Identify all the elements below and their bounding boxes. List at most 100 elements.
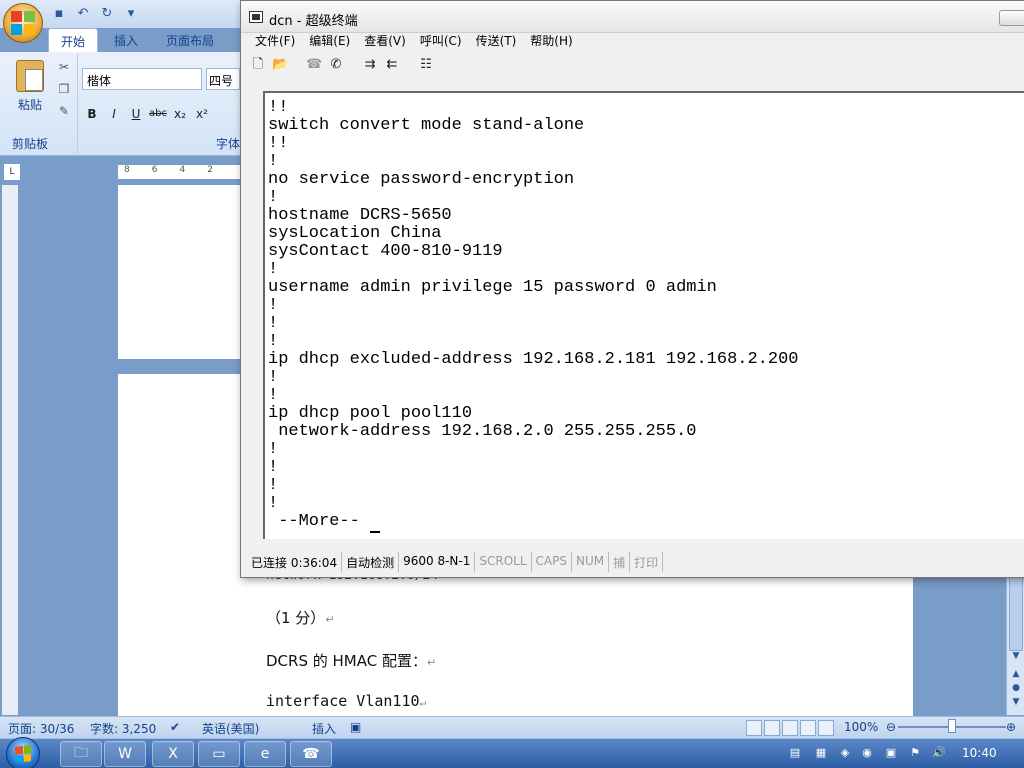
redo-icon[interactable]: ↻ <box>98 4 116 22</box>
vertical-ruler <box>2 185 18 715</box>
word-icon[interactable]: W <box>104 741 146 767</box>
superscript-button[interactable]: x² <box>192 104 212 124</box>
font-size-select[interactable]: 四号 <box>206 68 240 90</box>
menu-call[interactable]: 呼叫(C) <box>420 33 462 51</box>
terminal-title-bar[interactable]: dcn - 超级终端 <box>241 1 1024 33</box>
minimize-button[interactable] <box>999 10 1024 26</box>
next-page-icon[interactable]: ▼ <box>1009 697 1023 711</box>
italic-button[interactable]: I <box>104 104 124 124</box>
underline-button[interactable]: U <box>126 104 146 124</box>
format-painter-icon[interactable]: ✎ <box>56 104 72 120</box>
menu-edit[interactable]: 编辑(E) <box>309 33 350 51</box>
terminal-line: !! <box>268 98 289 117</box>
web-layout-view-icon[interactable] <box>782 720 798 736</box>
tab-insert[interactable]: 插入 <box>102 28 150 52</box>
toolbar-spacer <box>293 55 301 73</box>
full-screen-view-icon[interactable] <box>764 720 780 736</box>
tab-home[interactable]: 开始 <box>48 28 99 52</box>
tray-device-icon[interactable]: ▣ <box>884 746 898 760</box>
cut-icon[interactable]: ✂ <box>56 60 72 76</box>
copy-icon[interactable]: ❐ <box>56 82 72 98</box>
send-file-icon[interactable]: ⇉ <box>361 55 379 73</box>
save-icon[interactable]: ▪ <box>50 4 68 22</box>
terminal-line: ! <box>268 314 279 333</box>
tab-page-layout[interactable]: 页面布局 <box>154 28 226 52</box>
tray-security-icon[interactable]: ◉ <box>860 746 874 760</box>
font-name-select[interactable]: 楷体 <box>82 68 202 90</box>
scroll-down-icon[interactable]: ▼ <box>1009 651 1023 665</box>
volume-icon[interactable]: 🔊 <box>932 746 946 760</box>
excel-icon[interactable]: X <box>152 741 194 767</box>
terminal-line: ! <box>268 494 279 513</box>
new-connection-icon[interactable]: 🗋 <box>249 55 267 73</box>
start-button[interactable] <box>6 737 40 768</box>
undo-icon[interactable]: ↶ <box>74 4 92 22</box>
terminal-menubar: 文件(F) 编辑(E) 查看(V) 呼叫(C) 传送(T) 帮助(H) <box>241 33 1024 51</box>
tab-selector[interactable]: L <box>3 163 21 181</box>
clock[interactable]: 10:40 <box>962 746 997 760</box>
menu-view[interactable]: 查看(V) <box>364 33 406 51</box>
language-indicator[interactable]: 英语(美国) <box>202 720 259 737</box>
browse-object-icon[interactable]: ● <box>1009 683 1023 697</box>
subscript-button[interactable]: x₂ <box>170 104 190 124</box>
terminal-line: sysLocation China <box>268 224 442 243</box>
zoom-level[interactable]: 100% <box>844 720 878 734</box>
paragraph-mark: ↵ <box>325 613 335 626</box>
receive-file-icon[interactable]: ⇇ <box>383 55 401 73</box>
zoom-in-icon[interactable]: ⊕ <box>1006 720 1016 734</box>
terminal-screen[interactable]: !! switch convert mode stand-alone!!! no s… <box>263 91 1024 539</box>
ie-icon[interactable]: e <box>244 741 286 767</box>
zoom-slider-thumb[interactable] <box>948 719 956 733</box>
macro-record-icon[interactable]: ▣ <box>350 720 361 734</box>
terminal-line: ! <box>268 296 279 315</box>
tray-shield-icon[interactable]: ◈ <box>838 746 852 760</box>
strikethrough-button[interactable]: abc <box>148 104 168 124</box>
ribbon-tabs: 开始 插入 页面布局 <box>48 28 226 52</box>
ruler-number: 6 <box>151 165 158 175</box>
menu-transfer[interactable]: 传送(T) <box>476 33 517 51</box>
word-count[interactable]: 字数: 3,250 <box>90 720 156 737</box>
previous-page-icon[interactable]: ▲ <box>1009 669 1023 683</box>
tray-flag-icon[interactable]: ⚑ <box>908 746 922 760</box>
hyperterminal-icon[interactable]: ☎ <box>290 741 332 767</box>
doc-text-line: interface Vlan110↵ <box>266 692 427 710</box>
office-logo-icon <box>11 11 35 35</box>
ruler-number: 8 <box>124 165 130 175</box>
document-page <box>118 185 244 359</box>
customize-qat-icon[interactable]: ▾ <box>122 4 140 22</box>
proofing-icon[interactable]: ✔ <box>170 720 180 734</box>
doc-text-line: （1 分）↵ <box>266 609 335 627</box>
insert-mode[interactable]: 插入 <box>312 720 336 737</box>
scroll-lock-indicator: SCROLL <box>475 552 532 572</box>
terminal-line: ! <box>268 332 279 351</box>
terminal-line: ip dhcp excluded-address 192.168.2.181 1… <box>268 350 799 369</box>
tray-app-icon[interactable]: ▤ <box>788 746 802 760</box>
print-echo-indicator: 打印 <box>630 552 664 572</box>
call-icon[interactable]: ☎ <box>305 55 323 73</box>
horizontal-ruler: 8 6 4 2 <box>118 165 244 179</box>
disconnect-icon[interactable]: ✆ <box>327 55 345 73</box>
tray-network-icon[interactable]: ▦ <box>814 746 828 760</box>
text-cursor <box>370 513 381 533</box>
num-lock-indicator: NUM <box>572 552 610 572</box>
explorer-icon[interactable]: 🗀 <box>60 741 102 767</box>
menu-file[interactable]: 文件(F) <box>255 33 295 51</box>
office-button[interactable] <box>3 3 43 43</box>
ruler-number: 4 <box>179 165 186 175</box>
menu-help[interactable]: 帮助(H) <box>530 33 572 51</box>
properties-icon[interactable]: ☷ <box>417 55 435 73</box>
terminal-output: !! switch convert mode stand-alone!!! no s… <box>268 99 799 533</box>
page-count[interactable]: 页面: 30/36 <box>8 720 74 737</box>
zoom-out-icon[interactable]: ⊖ <box>886 720 896 734</box>
outline-view-icon[interactable] <box>800 720 816 736</box>
print-layout-view-icon[interactable] <box>746 720 762 736</box>
capture-indicator: 捕 <box>609 552 631 572</box>
terminal-title: dcn - 超级终端 <box>269 14 358 29</box>
open-icon[interactable]: 📂 <box>271 55 289 73</box>
paste-button[interactable]: 粘贴 <box>12 58 48 122</box>
draft-view-icon[interactable] <box>818 720 834 736</box>
paste-label: 粘贴 <box>17 98 42 112</box>
terminal-line: username admin privilege 15 password 0 a… <box>268 278 717 297</box>
terminal-icon[interactable]: ▭ <box>198 741 240 767</box>
bold-button[interactable]: B <box>82 104 102 124</box>
